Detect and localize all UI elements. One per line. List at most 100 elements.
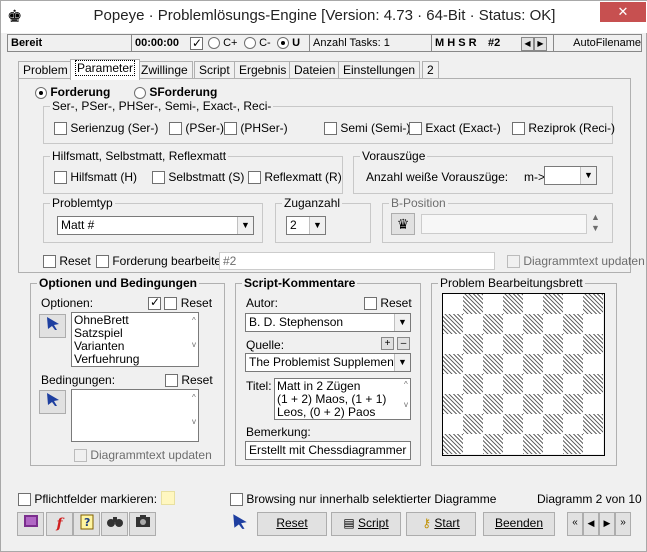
chess-board[interactable]: [442, 293, 605, 456]
board-square[interactable]: [443, 394, 463, 414]
board-square[interactable]: [503, 334, 523, 354]
autofilename[interactable]: AutoFilename: [553, 35, 641, 51]
pflichtfelder-color-swatch[interactable]: [161, 491, 175, 505]
board-square[interactable]: [523, 294, 543, 314]
optionen-diagrammtext-checkbox[interactable]: [74, 449, 87, 463]
board-square[interactable]: [463, 374, 483, 394]
board-square[interactable]: [563, 294, 583, 314]
board-square[interactable]: [523, 434, 543, 454]
tab-parameter[interactable]: Parameter: [70, 59, 141, 80]
moves-decrease-icon[interactable]: ◀: [521, 37, 534, 51]
forderung-bearbeiten-checkbox[interactable]: [96, 255, 109, 269]
board-square[interactable]: [543, 314, 563, 334]
board-square[interactable]: [543, 294, 563, 314]
board-square[interactable]: [583, 414, 603, 434]
reset-button[interactable]: Reset: [257, 512, 327, 536]
mode-m[interactable]: M: [435, 37, 444, 49]
board-square[interactable]: [443, 314, 463, 334]
board-square[interactable]: [443, 434, 463, 454]
parameter-reset-checkbox[interactable]: [43, 255, 56, 269]
board-square[interactable]: [503, 374, 523, 394]
radio-cminus[interactable]: [244, 37, 256, 50]
chess-board-icon[interactable]: ♛: [391, 213, 415, 235]
first-diagram-icon[interactable]: «: [567, 512, 583, 536]
optionen-list[interactable]: OhneBrett Satzspiel Varianten Verfuehrun…: [71, 312, 199, 367]
board-square[interactable]: [503, 354, 523, 374]
mode-r[interactable]: R: [469, 37, 477, 49]
board-square[interactable]: [583, 294, 603, 314]
hilfsmatt-checkbox[interactable]: [54, 171, 67, 185]
tab-2[interactable]: 2: [422, 61, 439, 79]
optionen-check-checkbox[interactable]: [148, 295, 161, 311]
board-square[interactable]: [543, 354, 563, 374]
start-button[interactable]: ⚷ Start: [406, 512, 476, 536]
forderung-radio[interactable]: [35, 86, 47, 99]
board-square[interactable]: [483, 334, 503, 354]
board-square[interactable]: [483, 294, 503, 314]
board-square[interactable]: [563, 394, 583, 414]
bemerkung-input[interactable]: Erstellt mit Chessdiagrammer 10 B: [245, 441, 411, 460]
camera-icon[interactable]: [129, 512, 156, 536]
close-button[interactable]: ✕: [600, 2, 646, 22]
list-scroll-icon[interactable]: ^ v: [192, 315, 196, 351]
book-icon[interactable]: [17, 512, 44, 536]
board-square[interactable]: [583, 354, 603, 374]
vorauszuege-select[interactable]: ▼: [544, 166, 597, 185]
board-square[interactable]: [503, 434, 523, 454]
board-square[interactable]: [463, 354, 483, 374]
autor-select[interactable]: B. D. Stephenson ▼: [245, 313, 411, 332]
quelle-select[interactable]: The Problemist Supplement 20 ▼: [245, 353, 411, 372]
mode-s[interactable]: S: [458, 37, 465, 49]
browsing-checkbox[interactable]: [230, 493, 243, 507]
help-icon[interactable]: ?: [73, 512, 100, 536]
tab-einstellungen-1[interactable]: Einstellungen 1: [338, 61, 421, 93]
last-diagram-icon[interactable]: »: [615, 512, 631, 536]
tab-zwillinge[interactable]: Zwillinge: [136, 61, 193, 79]
bedingungen-list[interactable]: ^ v: [71, 389, 199, 442]
flash-icon[interactable]: f: [46, 512, 73, 536]
board-square[interactable]: [443, 374, 463, 394]
checkmate-checkbox[interactable]: [190, 35, 203, 51]
board-square[interactable]: [563, 434, 583, 454]
board-square[interactable]: [463, 434, 483, 454]
exact-checkbox[interactable]: [409, 122, 422, 136]
board-square[interactable]: [523, 414, 543, 434]
board-square[interactable]: [483, 374, 503, 394]
board-square[interactable]: [583, 374, 603, 394]
zuganzahl-select[interactable]: 2 ▼: [286, 216, 326, 235]
board-square[interactable]: [563, 414, 583, 434]
board-square[interactable]: [483, 394, 503, 414]
bedingungen-reset-checkbox[interactable]: [165, 374, 178, 388]
list-scroll-icon[interactable]: ^ v: [404, 380, 408, 410]
radio-cplus[interactable]: [208, 37, 220, 50]
board-square[interactable]: [443, 334, 463, 354]
tab-ergebnis[interactable]: Ergebnis: [234, 61, 292, 79]
board-square[interactable]: [463, 334, 483, 354]
plus-icon[interactable]: +: [381, 337, 394, 350]
board-square[interactable]: [583, 314, 603, 334]
board-square[interactable]: [503, 394, 523, 414]
semi-checkbox[interactable]: [324, 122, 337, 136]
board-square[interactable]: [563, 334, 583, 354]
pflichtfelder-checkbox[interactable]: [18, 493, 31, 507]
tab-dateien[interactable]: Dateien: [289, 61, 341, 79]
board-square[interactable]: [543, 434, 563, 454]
edit-options-icon[interactable]: [39, 314, 66, 338]
board-square[interactable]: [543, 334, 563, 354]
titel-textarea[interactable]: Matt in 2 Zügen (1 + 2) Maos, (1 + 1) Le…: [274, 378, 411, 420]
board-square[interactable]: [483, 354, 503, 374]
reziprok-checkbox[interactable]: [512, 122, 525, 136]
sforderung-radio[interactable]: [134, 86, 146, 99]
board-square[interactable]: [583, 434, 603, 454]
cursor-icon[interactable]: [226, 512, 253, 536]
board-square[interactable]: [503, 414, 523, 434]
board-square[interactable]: [583, 334, 603, 354]
tab-problem[interactable]: Problem: [18, 61, 73, 79]
list-item[interactable]: Verfuehrung: [74, 353, 196, 366]
board-square[interactable]: [503, 294, 523, 314]
forderung-input[interactable]: #2: [219, 252, 495, 270]
board-square[interactable]: [443, 354, 463, 374]
board-square[interactable]: [543, 374, 563, 394]
diagrammtext-updaten-checkbox[interactable]: [507, 255, 520, 269]
board-square[interactable]: [483, 434, 503, 454]
